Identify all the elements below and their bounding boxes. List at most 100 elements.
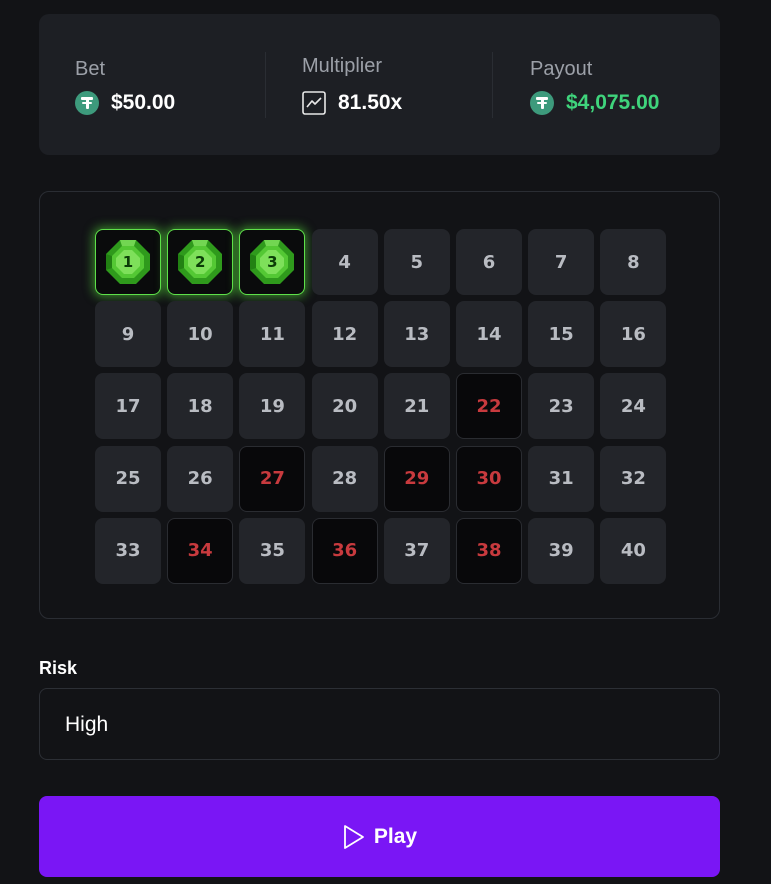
risk-value: High xyxy=(65,713,109,736)
tile-number: 1 xyxy=(122,253,134,271)
tile-number: 36 xyxy=(332,540,358,562)
tile-number: 27 xyxy=(259,468,285,490)
tile-number: 38 xyxy=(476,540,502,562)
tile-number: 18 xyxy=(187,395,213,417)
tile-number: 29 xyxy=(404,468,430,490)
board-tile[interactable]: 31 xyxy=(528,445,595,512)
board-tile[interactable]: 3 xyxy=(239,229,306,295)
board-tile[interactable]: 14 xyxy=(456,301,522,368)
board-tile[interactable]: 21 xyxy=(383,373,450,440)
tile-number: 6 xyxy=(482,251,496,273)
board-tile[interactable]: 11 xyxy=(239,301,306,368)
risk-select[interactable]: High xyxy=(39,688,720,760)
tile-number: 12 xyxy=(332,323,358,345)
tile-number: 37 xyxy=(404,540,430,562)
board-tile[interactable]: 19 xyxy=(239,373,306,440)
board-tile[interactable]: 20 xyxy=(311,373,378,440)
board-tile[interactable]: 17 xyxy=(95,373,161,440)
board-tile[interactable]: 16 xyxy=(600,301,667,368)
chart-icon xyxy=(302,91,326,115)
board-tile[interactable]: 4 xyxy=(311,229,378,295)
multiplier-value: 81.50x xyxy=(338,91,403,114)
board-tile[interactable]: 28 xyxy=(311,445,378,512)
payout-value-row: $4,075.00 xyxy=(530,91,659,115)
board-tile[interactable]: 33 xyxy=(95,517,161,584)
board-tile[interactable]: 39 xyxy=(528,517,595,584)
board-tile[interactable]: 2 xyxy=(167,229,234,295)
board-tile[interactable]: 5 xyxy=(383,229,450,295)
board-tile[interactable]: 24 xyxy=(600,373,667,440)
board-tile[interactable]: 27 xyxy=(239,445,306,512)
board-tile[interactable]: 37 xyxy=(383,517,450,584)
board-tile[interactable]: 25 xyxy=(95,445,161,512)
tether-coin-icon xyxy=(530,91,554,115)
board-tile[interactable]: 23 xyxy=(528,373,595,440)
board-tile[interactable]: 29 xyxy=(383,445,450,512)
multiplier-label: Multiplier xyxy=(302,55,383,77)
board-tile[interactable]: 15 xyxy=(528,301,595,368)
tile-number: 7 xyxy=(554,251,568,273)
stats-divider xyxy=(265,52,266,118)
board-tile[interactable]: 12 xyxy=(311,301,378,368)
board-tile[interactable]: 13 xyxy=(383,301,450,368)
tile-number: 34 xyxy=(187,540,213,562)
board-tile[interactable]: 40 xyxy=(600,517,667,584)
board-tile[interactable]: 1 xyxy=(95,229,161,295)
stats-divider xyxy=(492,52,493,118)
board-tile[interactable]: 9 xyxy=(95,301,161,368)
board-tile[interactable]: 26 xyxy=(167,445,234,512)
tile-number: 35 xyxy=(259,540,285,562)
tile-number: 13 xyxy=(404,323,430,345)
board-tile[interactable]: 18 xyxy=(167,373,234,440)
tile-number: 30 xyxy=(476,468,502,490)
play-label: Play xyxy=(373,824,418,848)
bet-value: $50.00 xyxy=(111,91,176,114)
tile-number: 3 xyxy=(267,253,278,271)
board-tile[interactable]: 22 xyxy=(456,373,522,440)
tile-number: 17 xyxy=(115,395,141,417)
board-tile[interactable]: 8 xyxy=(600,229,667,295)
keno-board: 1 2 3 4 5 6 7 8 9 10 11 12 13 14 15 16 17 18 19 20 21 22 23 24 2… xyxy=(39,191,720,619)
board-tile[interactable]: 10 xyxy=(167,301,234,368)
tether-coin-icon xyxy=(75,91,99,115)
board-tile[interactable]: 6 xyxy=(456,229,522,295)
tile-number: 16 xyxy=(620,323,646,345)
board-tile[interactable]: 38 xyxy=(456,517,522,584)
tile-number: 11 xyxy=(259,323,285,345)
board-tile[interactable]: 32 xyxy=(600,445,667,512)
board-tile[interactable]: 7 xyxy=(528,229,595,295)
tile-number: 14 xyxy=(476,323,502,345)
tile-number: 32 xyxy=(620,468,646,490)
tile-number: 22 xyxy=(476,395,502,417)
tile-number: 23 xyxy=(548,395,574,417)
stats-panel: Bet $50.00 Multiplier 81.50x Payout $4,0… xyxy=(39,14,720,155)
tile-number: 25 xyxy=(115,468,141,490)
tile-number: 24 xyxy=(620,395,646,417)
tile-number: 31 xyxy=(548,468,574,490)
tile-number: 4 xyxy=(338,251,351,273)
bet-label: Bet xyxy=(75,58,106,80)
tile-number: 39 xyxy=(548,540,574,562)
tile-number: 20 xyxy=(332,395,358,417)
tile-number: 15 xyxy=(548,323,574,345)
multiplier-value-row: 81.50x xyxy=(302,91,402,115)
play-button[interactable]: Play xyxy=(39,796,720,877)
board-tile[interactable]: 35 xyxy=(239,517,306,584)
board-tile[interactable]: 36 xyxy=(311,517,378,584)
payout-value: $4,075.00 xyxy=(566,91,660,114)
tile-number: 9 xyxy=(121,323,135,345)
tile-number: 2 xyxy=(194,253,206,271)
tile-number: 40 xyxy=(620,540,646,562)
tile-number: 33 xyxy=(115,540,141,562)
risk-label: Risk xyxy=(39,658,78,678)
board-tile[interactable]: 30 xyxy=(456,445,522,512)
board-tile[interactable]: 34 xyxy=(167,517,234,584)
tile-number: 26 xyxy=(187,468,213,490)
tile-number: 8 xyxy=(627,251,640,273)
payout-label: Payout xyxy=(530,58,593,80)
tile-number: 19 xyxy=(259,395,285,417)
tile-number: 10 xyxy=(187,323,213,345)
bet-value-row: $50.00 xyxy=(75,91,175,115)
tile-number: 28 xyxy=(332,468,358,490)
tile-number: 21 xyxy=(404,395,430,417)
